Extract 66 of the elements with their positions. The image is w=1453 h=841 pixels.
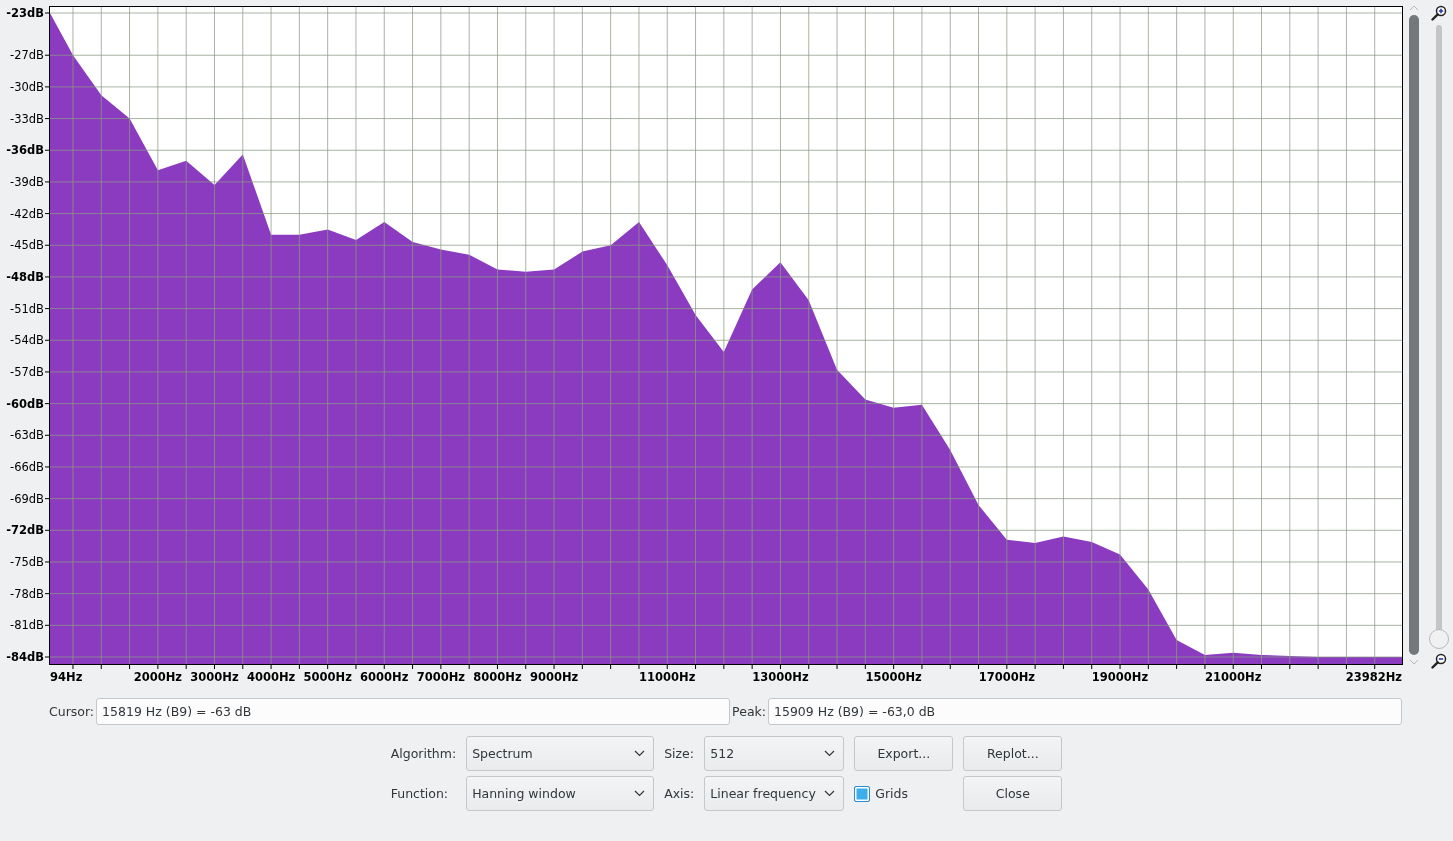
y-tick-label: -51dB	[10, 301, 44, 316]
algorithm-select[interactable]: Spectrum	[466, 736, 655, 771]
y-tick-label: -60dB	[6, 396, 44, 411]
caret-icon	[824, 750, 836, 757]
zoom-out-icon[interactable]	[1431, 653, 1447, 669]
y-tick-label: -45dB	[10, 238, 44, 253]
caret-icon	[634, 750, 646, 757]
cursor-field[interactable]: 15819 Hz (B9) = -63 dB	[96, 698, 731, 725]
y-tick-label: -27dB	[10, 48, 44, 63]
x-tick-label: 21000Hz	[1205, 670, 1262, 684]
x-tick-label: 11000Hz	[639, 670, 696, 684]
peak-field[interactable]: 15909 Hz (B9) = -63,0 dB	[768, 698, 1402, 725]
x-tick-label: 6000Hz	[360, 670, 409, 684]
y-tick-label: -81dB	[10, 618, 44, 633]
y-tick-label: -78dB	[10, 586, 44, 601]
grids-checkbox[interactable]	[854, 785, 871, 802]
x-tick-label: 5000Hz	[303, 670, 352, 684]
y-tick-label: -39dB	[10, 174, 44, 189]
x-tick-label: 2000Hz	[133, 670, 183, 684]
x-tick-label: 19000Hz	[1091, 670, 1149, 684]
y-tick-label: -84dB	[6, 650, 44, 664]
y-tick-label: -30dB	[10, 79, 44, 94]
zoom-in-icon[interactable]	[1431, 5, 1447, 21]
slider-thumb[interactable]	[1429, 629, 1449, 649]
x-tick-label: 8000Hz	[473, 670, 522, 684]
grids-label: Grids	[875, 786, 909, 801]
size-label: Size:	[664, 746, 695, 761]
cursor-label: Cursor:	[49, 704, 95, 719]
y-tick-label: -54dB	[10, 333, 44, 348]
function-select[interactable]: Hanning window	[466, 776, 655, 811]
y-tick-label: -42dB	[10, 206, 44, 221]
x-tick-label: 23982Hz	[1345, 670, 1402, 684]
function-label: Function:	[390, 786, 450, 801]
vertical-scrollbar[interactable]	[1407, 5, 1421, 665]
y-tick-label: -33dB	[10, 111, 44, 126]
scroll-down-icon[interactable]	[1409, 659, 1419, 665]
axis-select[interactable]: Linear frequency	[704, 776, 845, 811]
x-tick-label: 7000Hz	[416, 670, 466, 684]
zoom-slider[interactable]	[1429, 25, 1449, 649]
x-tick-label: 94Hz	[50, 670, 83, 684]
replot-button[interactable]: Replot...	[963, 736, 1063, 771]
size-select[interactable]: 512	[704, 736, 845, 771]
close-button[interactable]: Close	[963, 776, 1063, 811]
y-tick-label: -66dB	[10, 459, 44, 474]
y-tick-label: -72dB	[6, 523, 44, 538]
x-tick-label: 9000Hz	[529, 670, 579, 684]
x-tick-label: 13000Hz	[752, 670, 809, 684]
y-tick-label: -48dB	[6, 269, 44, 284]
peak-label: Peak:	[732, 704, 766, 719]
x-tick-label: 15000Hz	[865, 670, 922, 684]
y-tick-label: -36dB	[6, 143, 44, 158]
x-tick-label: 4000Hz	[246, 670, 296, 684]
algorithm-label: Algorithm:	[390, 746, 457, 761]
y-tick-label: -63dB	[10, 428, 44, 443]
y-tick-label: -23dB	[6, 6, 44, 20]
caret-icon	[824, 790, 836, 797]
caret-icon	[634, 790, 646, 797]
y-tick-label: -75dB	[10, 555, 44, 569]
x-tick-label: 17000Hz	[978, 670, 1035, 684]
scroll-up-icon[interactable]	[1409, 5, 1419, 11]
axis-label: Axis:	[664, 786, 695, 801]
y-tick-label: -57dB	[10, 364, 44, 379]
x-tick-label: 3000Hz	[190, 670, 239, 684]
scrollbar-thumb[interactable]	[1409, 15, 1419, 655]
y-tick-label: -69dB	[10, 491, 44, 506]
export-button[interactable]: Export...	[854, 736, 954, 771]
